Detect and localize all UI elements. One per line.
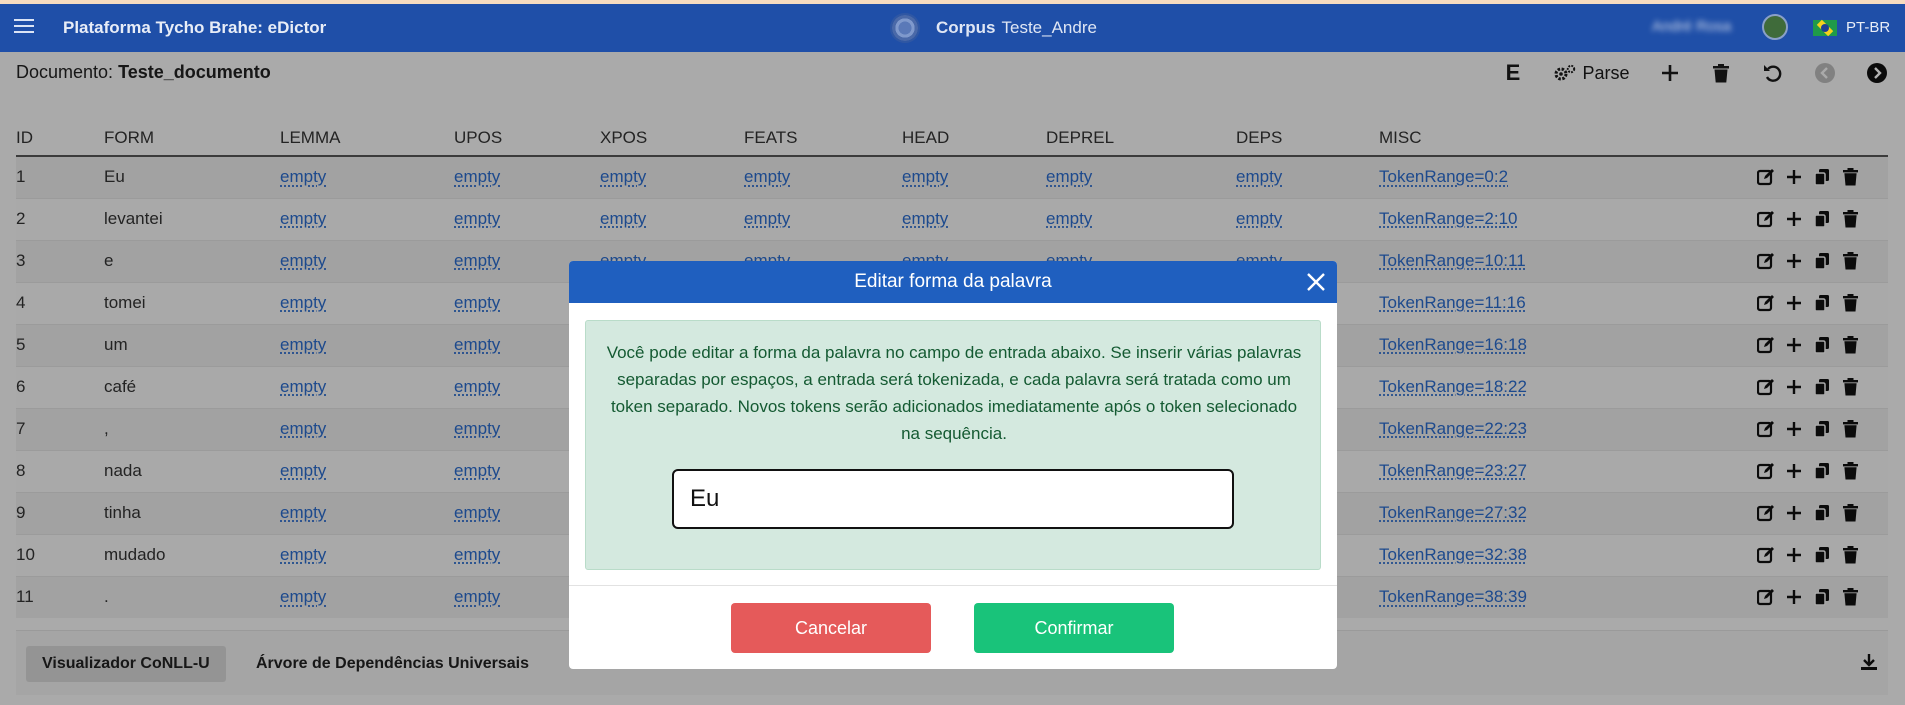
corpus-logo-icon xyxy=(890,13,920,43)
modal-footer: Cancelar Confirmar xyxy=(569,585,1337,669)
close-icon xyxy=(1307,273,1325,291)
word-form-input[interactable] xyxy=(672,469,1234,529)
cancel-button[interactable]: Cancelar xyxy=(731,603,931,653)
confirm-button[interactable]: Confirmar xyxy=(974,603,1174,653)
corpus-indicator: Corpus Teste_Andre xyxy=(890,13,1097,43)
brazil-flag-icon[interactable] xyxy=(1813,20,1837,36)
modal-message: Você pode editar a forma da palavra no c… xyxy=(606,343,1302,443)
language-selector[interactable]: PT-BR xyxy=(1846,19,1890,36)
avatar[interactable] xyxy=(1762,14,1788,40)
edit-word-form-modal: Editar forma da palavra Você pode editar… xyxy=(569,261,1337,669)
info-box: Você pode editar a forma da palavra no c… xyxy=(585,320,1321,570)
close-button[interactable] xyxy=(1305,271,1327,293)
corpus-label: Corpus xyxy=(936,18,996,37)
user-name[interactable]: André Rosa xyxy=(1652,18,1740,36)
navbar: Plataforma Tycho Brahe: eDictor Corpus T… xyxy=(0,4,1905,52)
modal-header: Editar forma da palavra xyxy=(569,261,1337,303)
brand-title[interactable]: Plataforma Tycho Brahe: eDictor xyxy=(63,18,326,38)
corpus-name: Teste_Andre xyxy=(1001,18,1097,37)
hamburger-menu-icon[interactable] xyxy=(14,16,34,36)
modal-title: Editar forma da palavra xyxy=(854,271,1052,292)
